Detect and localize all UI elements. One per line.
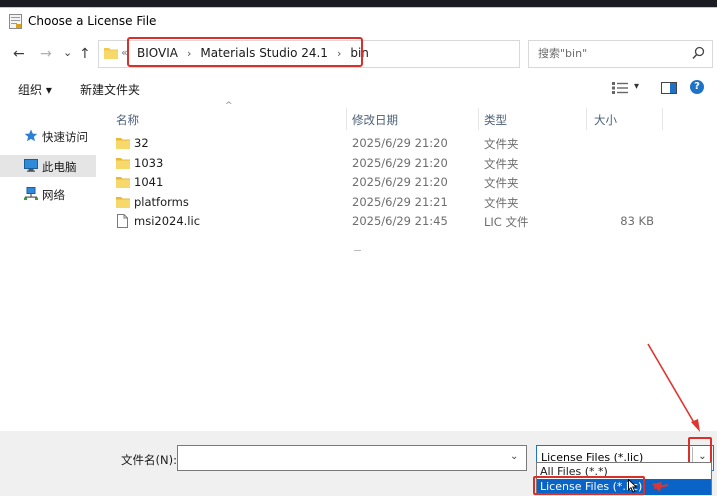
recent-locations-dropdown-icon[interactable]: ⌄	[63, 45, 72, 61]
file-name: platforms	[134, 194, 189, 209]
file-name-label: 文件名(N):	[121, 453, 177, 467]
file-modified: 2025/6/29 21:45	[352, 214, 448, 228]
file-type: 文件夹	[484, 195, 519, 210]
search-icon[interactable]	[692, 46, 705, 60]
file-name: 1033	[134, 155, 164, 170]
address-highlight-box	[127, 37, 363, 67]
file-name-input[interactable]	[178, 446, 502, 468]
column-header-modified[interactable]: 修改日期	[352, 112, 398, 128]
folder-icon	[116, 138, 130, 149]
file-icon	[117, 214, 128, 228]
nav-item-label: 网络	[42, 188, 65, 202]
column-header-name[interactable]: 名称	[116, 112, 139, 128]
column-headers: ^ 名称 修改日期 类型 大小	[110, 101, 710, 130]
window-title: Choose a License File	[28, 14, 157, 28]
network-icon	[24, 187, 38, 200]
list-empty-mark	[354, 250, 361, 251]
file-size: 83 KB	[620, 214, 654, 228]
file-row-1033[interactable]: 1033 2025/6/29 21:20 文件夹	[110, 154, 670, 173]
file-type: 文件夹	[484, 156, 519, 171]
file-modified: 2025/6/29 21:20	[352, 175, 448, 189]
file-row-1041[interactable]: 1041 2025/6/29 21:20 文件夹	[110, 173, 670, 192]
title-bar: Choose a License File	[0, 8, 717, 35]
preview-pane-icon[interactable]	[661, 82, 677, 94]
file-row-32[interactable]: 32 2025/6/29 21:20 文件夹	[110, 134, 670, 153]
computer-icon	[24, 159, 38, 172]
help-icon[interactable]: ?	[690, 80, 704, 94]
folder-icon	[116, 157, 130, 169]
star-icon	[24, 129, 38, 142]
nav-item-label: 快速访问	[42, 130, 88, 144]
column-divider[interactable]	[586, 108, 587, 130]
column-header-size[interactable]: 大小	[594, 112, 617, 128]
nav-item-this-pc[interactable]: 此电脑	[0, 155, 96, 177]
mouse-cursor-icon	[628, 479, 638, 493]
command-toolbar: 组织 ▾ 新建文件夹 ▾ ?	[0, 77, 717, 101]
folder-icon	[104, 48, 118, 59]
nav-item-label: 此电脑	[42, 160, 77, 174]
view-options-icon[interactable]	[612, 82, 628, 94]
search-box[interactable]	[528, 40, 713, 68]
folder-icon	[116, 196, 130, 208]
new-folder-button[interactable]: 新建文件夹	[80, 81, 140, 98]
sort-ascending-icon: ^	[225, 101, 233, 111]
file-row-msi2024-lic[interactable]: msi2024.lic 2025/6/29 21:45 LIC 文件 83 KB	[110, 212, 670, 231]
search-input[interactable]	[529, 41, 688, 65]
file-modified: 2025/6/29 21:20	[352, 136, 448, 150]
organize-button[interactable]: 组织 ▾	[18, 81, 52, 98]
annotation-arrow-icon	[647, 343, 700, 492]
column-divider[interactable]	[662, 108, 663, 130]
file-modified: 2025/6/29 21:20	[352, 155, 448, 170]
up-arrow-icon[interactable]: ↑	[79, 46, 91, 62]
nav-item-quick-access[interactable]: 快速访问	[0, 125, 96, 147]
file-type: 文件夹	[484, 176, 519, 190]
file-type: LIC 文件	[484, 215, 529, 229]
folder-icon	[116, 177, 130, 188]
back-arrow-icon[interactable]: ←	[13, 46, 25, 62]
chevron-down-icon[interactable]: ⌄	[510, 451, 518, 462]
file-name-combobox[interactable]: ⌄	[177, 445, 527, 471]
file-name: msi2024.lic	[134, 214, 201, 228]
column-divider[interactable]	[478, 108, 479, 130]
file-name: 32	[134, 136, 149, 150]
document-app-icon	[9, 14, 22, 29]
file-modified: 2025/6/29 21:21	[352, 194, 448, 209]
column-header-type[interactable]: 类型	[484, 112, 507, 128]
file-type: 文件夹	[484, 137, 519, 151]
navigation-pane: 快速访问 此电脑 网络	[0, 108, 104, 438]
forward-arrow-icon[interactable]: →	[40, 46, 52, 62]
file-name: 1041	[134, 175, 164, 189]
view-dropdown-icon[interactable]: ▾	[634, 81, 639, 92]
column-divider[interactable]	[346, 108, 347, 130]
nav-item-network[interactable]: 网络	[0, 183, 96, 205]
file-dialog: Choose a License File ← → ⌄ ↑ « BIOVIA › M…	[0, 7, 717, 496]
file-row-platforms[interactable]: platforms 2025/6/29 21:21 文件夹	[110, 193, 670, 212]
